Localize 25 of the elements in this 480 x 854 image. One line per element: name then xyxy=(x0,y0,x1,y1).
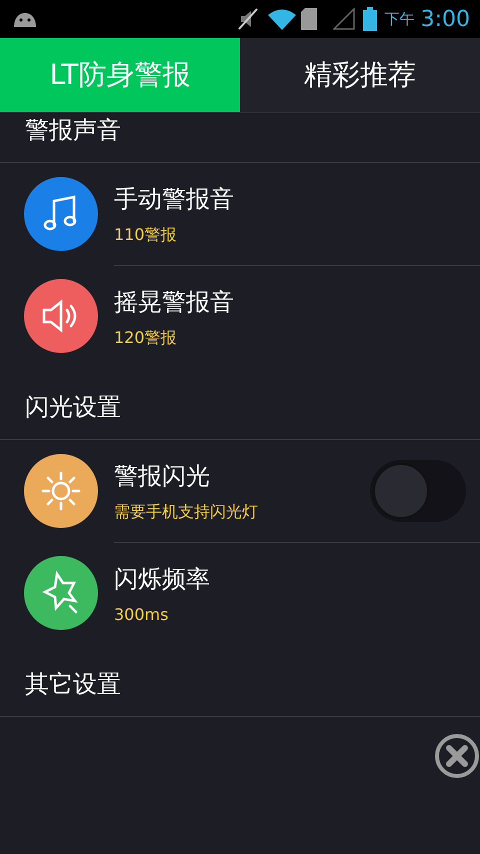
settings-row[interactable]: 手动警报音 110警报 xyxy=(0,163,480,265)
item-subtitle: 300ms xyxy=(114,604,170,626)
close-button[interactable] xyxy=(434,733,480,779)
sim-icon xyxy=(300,8,317,30)
section-title: 警报声音 xyxy=(25,115,121,146)
item-title: 闪烁频率 xyxy=(114,564,211,594)
tab[interactable]: 精彩推荐 xyxy=(240,38,480,112)
item-title: 摇晃警报音 xyxy=(114,286,235,318)
item-title: 警报闪光 xyxy=(114,461,211,492)
android-icon xyxy=(12,10,38,28)
settings-row[interactable]: 警报闪光 需要手机支持闪光灯 xyxy=(0,440,480,542)
mute-icon xyxy=(236,7,259,31)
item-subtitle: 110警报 xyxy=(114,224,178,246)
signal-icon xyxy=(332,8,355,30)
clock-period: 下午 xyxy=(384,8,415,30)
item-subtitle: 120警报 xyxy=(114,326,178,348)
wifi-icon xyxy=(266,7,297,31)
clock-time: 3:00 xyxy=(420,6,470,34)
settings-row[interactable]: 摇晃警报音 120警报 xyxy=(0,265,480,367)
item-title: 手动警报音 xyxy=(114,184,235,215)
section-title: 其它设置 xyxy=(25,669,121,700)
settings-row[interactable]: 闪烁频率 300ms xyxy=(0,542,480,644)
section-title: 闪光设置 xyxy=(25,392,121,423)
item-subtitle: 需要手机支持闪光灯 xyxy=(114,501,259,523)
battery-icon xyxy=(362,7,377,31)
